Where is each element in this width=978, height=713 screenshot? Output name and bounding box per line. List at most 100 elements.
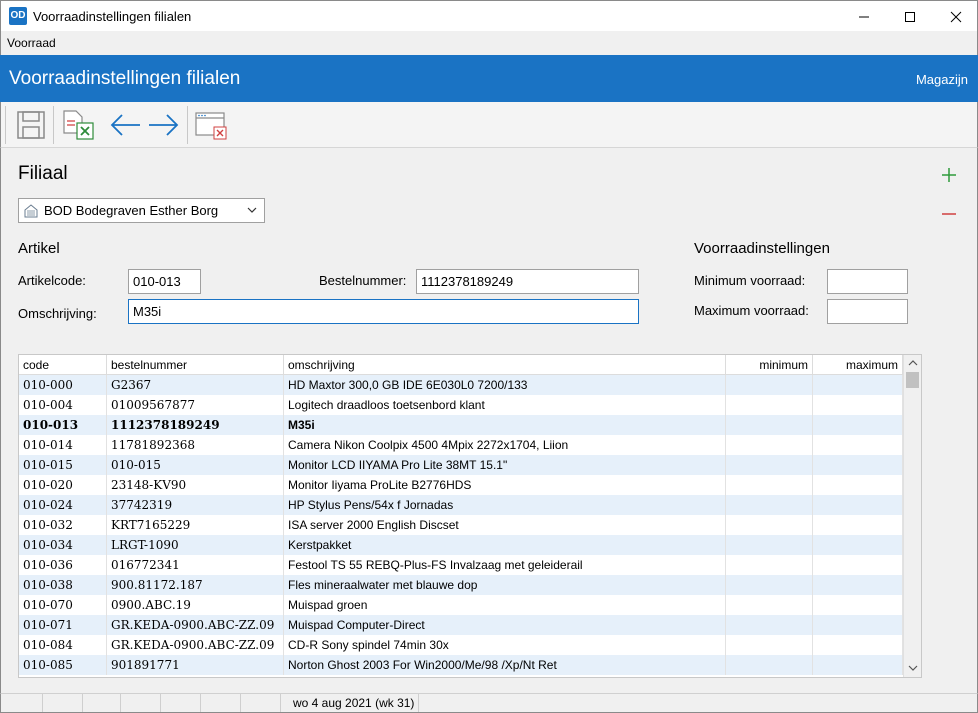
- filiaal-heading: Filiaal: [18, 163, 68, 184]
- status-segment: [201, 694, 241, 712]
- cell-code: 010-070: [19, 595, 107, 615]
- magazijn-link[interactable]: Magazijn: [916, 72, 968, 87]
- status-segment: [1, 694, 43, 712]
- close-button[interactable]: [933, 1, 978, 32]
- cell-omschrijving: Norton Ghost 2003 For Win2000/Me/98 /Xp/…: [284, 655, 726, 675]
- title-bar: OD Voorraadinstellingen filialen: [0, 0, 978, 31]
- save-button[interactable]: [13, 108, 49, 142]
- window-title: Voorraadinstellingen filialen: [33, 9, 192, 24]
- close-icon: [950, 11, 962, 22]
- status-date: wo 4 aug 2021 (wk 31): [293, 696, 415, 710]
- omschrijving-field[interactable]: M35i: [128, 299, 639, 324]
- export-excel-icon: [63, 110, 94, 140]
- filiaal-selected-value: BOD Bodegraven Esther Borg: [44, 203, 219, 218]
- cell-minimum: [726, 495, 813, 515]
- scroll-up-icon[interactable]: [908, 358, 918, 368]
- cell-maximum: [813, 435, 903, 455]
- cell-omschrijving: Camera Nikon Coolpix 4500 4Mpix 2272x170…: [284, 435, 726, 455]
- minimize-button[interactable]: [841, 1, 887, 32]
- table-row[interactable]: 010-070 0900.ABC.19 Muispad groen: [19, 595, 903, 615]
- cell-code: 010-032: [19, 515, 107, 535]
- cell-minimum: [726, 395, 813, 415]
- cell-minimum: [726, 475, 813, 495]
- cell-maximum: [813, 575, 903, 595]
- close-window-button[interactable]: [193, 108, 229, 142]
- table-row[interactable]: 010-020 23148-KV90 Monitor Iiyama ProLite …: [19, 475, 903, 495]
- grid-scrollbar[interactable]: [903, 355, 921, 677]
- cell-minimum: [726, 575, 813, 595]
- cell-omschrijving: ISA server 2000 English Discset: [284, 515, 726, 535]
- cell-omschrijving: Monitor LCD IIYAMA Pro Lite 38MT 15.1": [284, 455, 726, 475]
- column-header-code[interactable]: code: [19, 355, 107, 375]
- chevron-down-icon: [247, 207, 257, 213]
- scrollbar-thumb[interactable]: [906, 372, 919, 388]
- column-header-omschrijving[interactable]: omschrijving: [284, 355, 726, 375]
- plus-icon: [942, 168, 956, 182]
- page-header: Voorraadinstellingen filialen Magazijn: [0, 55, 978, 102]
- minimum-voorraad-field[interactable]: [827, 269, 908, 294]
- table-row[interactable]: 010-032 KRT7165229 ISA server 2000 English…: [19, 515, 903, 535]
- cell-maximum: [813, 395, 903, 415]
- back-button[interactable]: [107, 108, 143, 142]
- table-row[interactable]: 010-084 GR.KEDA-0900.ABC-ZZ.09 CD-R Sony s…: [19, 635, 903, 655]
- cell-omschrijving: HP Stylus Pens/54x f Jornadas: [284, 495, 726, 515]
- table-row[interactable]: 010-071 GR.KEDA-0900.ABC-ZZ.09 Muispad Com…: [19, 615, 903, 635]
- add-button[interactable]: [939, 165, 959, 185]
- cell-minimum: [726, 415, 813, 435]
- maximum-voorraad-field[interactable]: [827, 299, 908, 324]
- table-row-selected[interactable]: 010-013 1112378189249 M35i: [19, 415, 903, 435]
- column-header-minimum[interactable]: minimum: [726, 355, 813, 375]
- toolbar-separator: [5, 106, 6, 144]
- cell-code: 010-034: [19, 535, 107, 555]
- cell-code: 010-013: [19, 415, 107, 435]
- minimum-voorraad-label: Minimum voorraad:: [694, 273, 806, 288]
- minus-icon: [942, 213, 956, 215]
- maximize-button[interactable]: [887, 1, 933, 32]
- cell-minimum: [726, 535, 813, 555]
- cell-omschrijving: Kerstpakket: [284, 535, 726, 555]
- artikel-grid[interactable]: code bestelnummer omschrijving minimum m…: [18, 354, 922, 678]
- artikelcode-field[interactable]: 010-013: [128, 269, 201, 294]
- cell-code: 010-036: [19, 555, 107, 575]
- grid-body: 010-000 G2367 HD Maxtor 300,0 GB IDE 6E030…: [19, 375, 903, 675]
- cell-minimum: [726, 435, 813, 455]
- table-row[interactable]: 010-036 016772341 Festool TS 55 REBQ-Plus-…: [19, 555, 903, 575]
- page-title: Voorraadinstellingen filialen: [9, 68, 241, 89]
- artikel-heading: Artikel: [18, 240, 60, 257]
- cell-code: 010-000: [19, 375, 107, 395]
- voorraadinstellingen-heading: Voorraadinstellingen: [694, 240, 830, 257]
- cell-code: 010-071: [19, 615, 107, 635]
- cell-bestelnummer: KRT7165229: [107, 515, 284, 535]
- column-header-maximum[interactable]: maximum: [813, 355, 903, 375]
- cell-maximum: [813, 415, 903, 435]
- filiaal-select[interactable]: BOD Bodegraven Esther Borg: [18, 198, 265, 223]
- cell-bestelnummer: 23148-KV90: [107, 475, 284, 495]
- table-row[interactable]: 010-085 901891771 Norton Ghost 2003 For Wi…: [19, 655, 903, 675]
- table-row[interactable]: 010-004 01009567877 Logitech draadloos toe…: [19, 395, 903, 415]
- forward-arrow-icon: [149, 114, 179, 136]
- table-row[interactable]: 010-014 11781892368 Camera Nikon Coolpix 4…: [19, 435, 903, 455]
- bestelnummer-field[interactable]: 1112378189249: [416, 269, 639, 294]
- app-icon: OD: [9, 7, 27, 25]
- cell-minimum: [726, 595, 813, 615]
- menu-voorraad[interactable]: Voorraad: [7, 36, 56, 50]
- maximum-voorraad-label: Maximum voorraad:: [694, 303, 809, 318]
- column-header-bestelnummer[interactable]: bestelnummer: [107, 355, 284, 375]
- status-segment: [43, 694, 83, 712]
- forward-button[interactable]: [145, 108, 183, 142]
- scroll-down-icon[interactable]: [908, 663, 918, 673]
- cell-bestelnummer: GR.KEDA-0900.ABC-ZZ.09: [107, 615, 284, 635]
- menu-bar: Voorraad: [0, 31, 978, 55]
- table-row[interactable]: 010-000 G2367 HD Maxtor 300,0 GB IDE 6E030…: [19, 375, 903, 395]
- table-row[interactable]: 010-015 010-015 Monitor LCD IIYAMA Pro Lit…: [19, 455, 903, 475]
- back-arrow-icon: [110, 114, 140, 136]
- cell-bestelnummer: 0900.ABC.19: [107, 595, 284, 615]
- table-row[interactable]: 010-038 900.81172.187 Fles mineraalwater m…: [19, 575, 903, 595]
- cell-maximum: [813, 375, 903, 395]
- remove-button[interactable]: [939, 204, 959, 224]
- save-icon: [17, 111, 45, 139]
- export-excel-button[interactable]: [59, 108, 97, 142]
- table-row[interactable]: 010-024 37742319 HP Stylus Pens/54x f Jorn…: [19, 495, 903, 515]
- cell-omschrijving: Logitech draadloos toetsenbord klant: [284, 395, 726, 415]
- table-row[interactable]: 010-034 LRGT-1090 Kerstpakket: [19, 535, 903, 555]
